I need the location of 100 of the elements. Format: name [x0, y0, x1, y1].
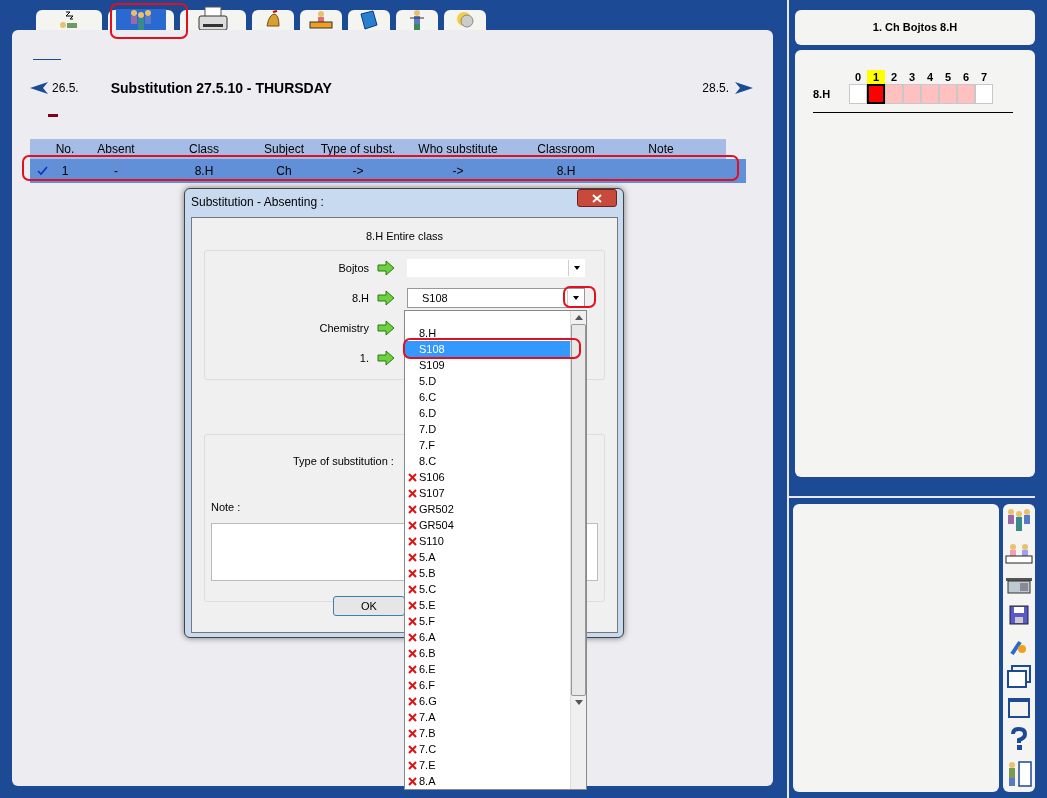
column-header: Class: [188, 142, 220, 156]
toolbar-tab[interactable]: [300, 10, 342, 30]
dialog-subtitle: 8.H Entire class: [365, 230, 444, 242]
table-cell-text: 1: [60, 164, 70, 178]
toolbar-tab[interactable]: [396, 10, 438, 30]
scrollbar[interactable]: [570, 311, 586, 789]
scroll-up-icon[interactable]: [574, 315, 583, 320]
close-icon: [592, 193, 602, 203]
dropdown-option[interactable]: 7.C: [405, 741, 570, 757]
right-arrow-icon: [377, 260, 395, 276]
dropdown-field[interactable]: [407, 259, 585, 277]
table-cell-text: ->: [451, 164, 465, 178]
dropdown-option[interactable]: 8.H: [405, 325, 570, 341]
right-arrow-icon: [377, 320, 395, 336]
dropdown-option[interactable]: 5.C: [405, 581, 570, 597]
dropdown-option[interactable]: 5.D: [405, 373, 570, 389]
dropdown-option[interactable]: 6.G: [405, 693, 570, 709]
column-header: Subject: [263, 142, 305, 156]
class-label: 8.H: [813, 87, 832, 100]
column-header: Absent: [96, 142, 136, 156]
field-label: Bojtos: [337, 262, 369, 274]
dropdown-option[interactable]: 5.A: [405, 549, 570, 565]
dropdown-option[interactable]: 6.D: [405, 405, 570, 421]
dropdown-option[interactable]: GR504: [405, 517, 570, 533]
dropdown-option[interactable]: 6.F: [405, 677, 570, 693]
ok-button[interactable]: OK: [333, 596, 405, 616]
dropdown-option[interactable]: 7.D: [405, 421, 570, 437]
dropdown-option[interactable]: 5.F: [405, 613, 570, 629]
previous-date[interactable]: 26.5.: [52, 81, 79, 95]
period-number: 7: [979, 69, 989, 84]
caret-icon: [573, 296, 579, 300]
dialog-title: Substitution - Absenting :: [191, 195, 324, 209]
dropdown-option[interactable]: 8.A: [405, 773, 570, 789]
people-icon[interactable]: [1005, 508, 1033, 534]
pupils-at-desk-icon[interactable]: [1005, 543, 1033, 567]
cascade-windows-icon[interactable]: [1007, 665, 1031, 689]
dropdown-option[interactable]: GR502: [405, 501, 570, 517]
column-header: Type of subst.: [319, 142, 397, 156]
period-number: 3: [907, 69, 917, 84]
field-label: 1.: [358, 352, 369, 364]
right-arrow-icon[interactable]: [735, 82, 753, 94]
table-cell-text: 8.H: [193, 164, 215, 178]
dropdown-option[interactable]: 6.C: [405, 389, 570, 405]
column-header: Note: [647, 142, 675, 156]
toolbar-tab[interactable]: [348, 10, 390, 30]
table-cell-text: ->: [351, 164, 365, 178]
field-label: Chemistry: [318, 322, 369, 334]
table-cell-text: Ch: [275, 164, 293, 178]
field-label: 8.H: [350, 292, 369, 304]
next-date[interactable]: 28.5.: [702, 81, 729, 95]
timetable-cell[interactable]: [867, 83, 885, 104]
column-header: Classroom: [536, 142, 596, 156]
table-cell-text: -: [113, 164, 119, 178]
table-row[interactable]: 1 - 8.H Ch -> -> 8.H: [30, 159, 746, 183]
dropdown-option[interactable]: 6.A: [405, 629, 570, 645]
dropdown-option[interactable]: 7.A: [405, 709, 570, 725]
close-button[interactable]: [577, 189, 617, 207]
dropdown-option[interactable]: 5.E: [405, 597, 570, 613]
minus-mark: [48, 114, 58, 117]
dropdown-option[interactable]: 8.C: [405, 453, 570, 469]
toolbar-tab[interactable]: [252, 10, 294, 30]
bell-icon: [263, 10, 283, 30]
field-label: Type of substitution :: [293, 455, 394, 467]
window-icon[interactable]: [1008, 698, 1030, 718]
dropdown-field[interactable]: S108: [407, 288, 585, 308]
coin-icon: [454, 10, 476, 30]
dropdown-option[interactable]: S110: [405, 533, 570, 549]
column-header: No.: [54, 142, 76, 156]
people-icon: [116, 9, 166, 31]
dropdown-option[interactable]: S107: [405, 485, 570, 501]
page-title: Substitution 27.5.10 - THURSDAY: [110, 80, 332, 96]
dropdown-option[interactable]: 6.B: [405, 645, 570, 661]
dropdown-option[interactable]: S109: [405, 357, 570, 373]
caret-icon: [574, 266, 580, 270]
help-icon[interactable]: [1010, 727, 1028, 751]
dropdown-option[interactable]: 5.B: [405, 565, 570, 581]
highlight-outline: [563, 286, 596, 308]
person-icon: [407, 9, 427, 31]
period-number: 0: [853, 69, 863, 84]
person-at-desk-icon: [309, 10, 333, 30]
dropdown-option[interactable]: 7.F: [405, 437, 570, 453]
left-arrow-icon[interactable]: [30, 82, 48, 94]
right-arrow-icon: [377, 290, 395, 306]
dropdown-option[interactable]: 7.B: [405, 725, 570, 741]
period-number: 1: [867, 69, 885, 84]
desk-icon[interactable]: [1005, 576, 1033, 596]
dropdown-option[interactable]: S106: [405, 469, 570, 485]
lesson-title: 1. Ch Bojtos 8.H: [872, 21, 958, 34]
dropdown-option[interactable]: 7.E: [405, 757, 570, 773]
period-number: 5: [943, 69, 953, 84]
field-label: Note :: [211, 501, 241, 513]
column-header: Who substitute: [417, 142, 499, 156]
period-number: 4: [925, 69, 935, 84]
save-icon[interactable]: [1009, 605, 1029, 625]
period-number: 6: [961, 69, 971, 84]
sleeping-icon: [58, 10, 80, 30]
period-number: 2: [889, 69, 899, 84]
right-arrow-icon: [377, 350, 395, 366]
dropdown-option[interactable]: 6.E: [405, 661, 570, 677]
scroll-down-icon[interactable]: [574, 700, 583, 705]
